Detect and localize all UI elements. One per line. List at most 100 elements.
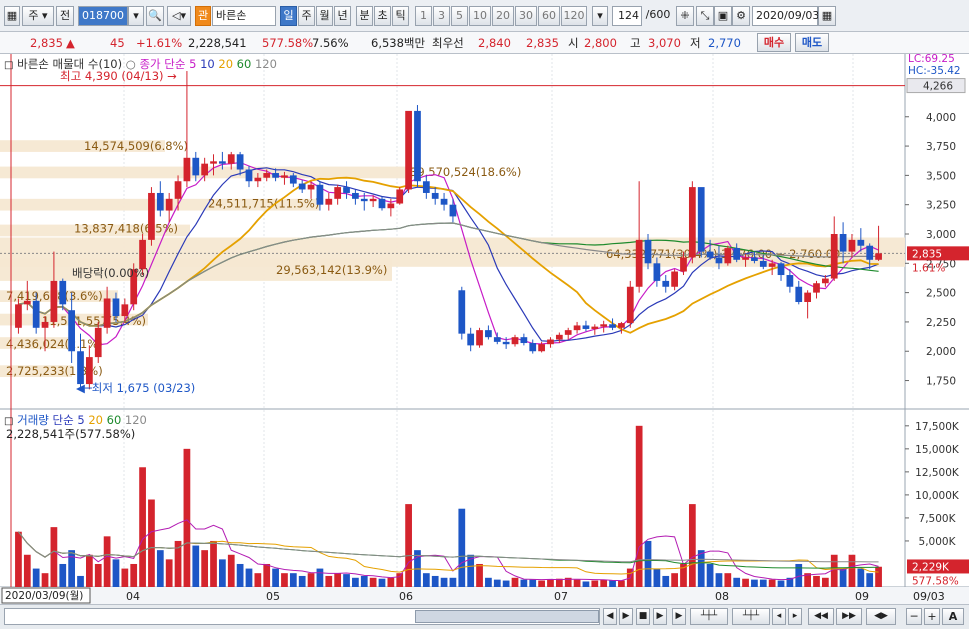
candle-body [289, 175, 297, 184]
stock-name[interactable]: 바른손 [212, 6, 276, 26]
candle-body [751, 257, 758, 261]
horizontal-scrollbar[interactable] [4, 608, 600, 625]
candle-body [369, 198, 377, 202]
gear-icon[interactable]: ⚙ [732, 6, 750, 26]
buy-button[interactable]: 매수 [757, 33, 791, 52]
volume-profile-label: 13,837,418(6.5%) [74, 222, 178, 236]
turnover-pct: 7.56% [312, 36, 349, 50]
vol-ma120-label: 120 [124, 413, 147, 427]
month-label: 05 [266, 590, 280, 603]
volume-bar [777, 580, 785, 587]
minimize-icon[interactable]: ─ [906, 608, 922, 625]
tab-month[interactable]: 월 [316, 6, 333, 26]
y-tick-label: 2,500 [926, 288, 956, 300]
stock-chart[interactable]: 4,0003,7503,5003,2503,0002,7502,5002,250… [0, 54, 969, 604]
collapse-icon[interactable]: □ [4, 60, 13, 71]
volume-bar [245, 568, 253, 587]
candle-body [405, 110, 412, 190]
save-icon[interactable]: ▣ [714, 6, 732, 26]
volume-bar [821, 577, 829, 587]
candle-body [41, 321, 49, 328]
candle-body [343, 187, 350, 193]
best-ask-label: 최우선 [432, 36, 464, 50]
expand-all-icon[interactable]: ▸ [788, 608, 802, 625]
grid-icon[interactable]: ⁜ [676, 6, 694, 26]
candle-body [352, 192, 359, 199]
zoom-slider[interactable]: ┴┼┴ [732, 608, 770, 625]
play-fast-icon[interactable]: ▶ [672, 608, 686, 625]
vol-pct-tag-text: 577.58% [912, 575, 959, 587]
left-arrows-icon[interactable]: ◀◀ [808, 608, 834, 625]
volume-bar [201, 550, 209, 587]
interval-60[interactable]: 60 [538, 6, 560, 26]
candle-body [715, 257, 723, 264]
volume-bar [316, 568, 324, 587]
candle-body [449, 204, 457, 217]
tab-tick[interactable]: 틱 [392, 6, 409, 26]
candle-body [68, 310, 76, 352]
volume-bar [458, 508, 466, 587]
candle-body [298, 183, 306, 190]
speaker-icon[interactable]: ◁▾ [167, 6, 191, 26]
tab-day[interactable]: 일 [280, 6, 297, 26]
month-label: 09 [855, 590, 869, 603]
zoom-in-icon[interactable]: + [924, 608, 940, 625]
interval-3[interactable]: 3 [433, 6, 450, 26]
tab-year[interactable]: 년 [334, 6, 351, 26]
volume-bar [520, 579, 528, 587]
code-dropdown-icon[interactable]: ▾ [128, 6, 144, 26]
date-input[interactable]: 2020/09/03 [752, 6, 819, 26]
candle-body [821, 278, 829, 284]
crosshair-icon[interactable]: ⤡ [696, 6, 714, 26]
candle-body [431, 192, 439, 199]
volume-bar [706, 563, 714, 587]
interval-1[interactable]: 1 [415, 6, 432, 26]
interval-10[interactable]: 10 [469, 6, 491, 26]
chart-menu-icon[interactable]: ▦ [4, 6, 20, 26]
volume-bar [635, 425, 643, 587]
right-arrows-icon[interactable]: ▶▶ [836, 608, 862, 625]
volume-bar [387, 577, 395, 587]
scroll-right-icon[interactable]: ▶ [653, 608, 667, 625]
period-arrows-icon[interactable]: ◀▶ [866, 608, 896, 625]
stock-code-input[interactable]: 018700 [78, 6, 128, 26]
volume-bar [600, 579, 608, 587]
chart-area[interactable]: 4,000 3,750 3,500 3,250 3,000 2,750 2,500 2,250… [0, 53, 969, 604]
interval-20[interactable]: 20 [492, 6, 514, 26]
search-icon[interactable]: 🔍 [146, 6, 164, 26]
collapse-all-icon[interactable]: ◂ [772, 608, 786, 625]
tab-week[interactable]: 주 [298, 6, 315, 26]
prev-button[interactable]: 전 [56, 6, 74, 26]
scroll-thumb[interactable] [415, 610, 599, 623]
volume-profile-label: 29,563,142(13.9%) [276, 263, 387, 277]
period-select[interactable]: 주 ▾ [22, 6, 54, 26]
interval-30[interactable]: 30 [515, 6, 537, 26]
volume-bar [289, 573, 297, 587]
interval-dropdown-icon[interactable]: ▾ [592, 6, 608, 26]
volume-bar [378, 578, 386, 587]
play-icon[interactable]: ▶ [619, 608, 633, 625]
text-size-icon[interactable]: A [942, 608, 964, 625]
y-tick-label: 2,000 [926, 346, 956, 358]
interval-120[interactable]: 120 [561, 6, 587, 26]
volume-bar [148, 499, 155, 587]
stop-icon[interactable]: ■ [636, 608, 650, 625]
low-label: 저 [690, 36, 701, 50]
speed-slider[interactable]: ┴┼┴ [690, 608, 728, 625]
volume-bar [281, 573, 288, 587]
hc-label: HC:-35.42 [908, 65, 961, 77]
volume-bar [360, 575, 368, 587]
calendar-icon[interactable]: ▦ [818, 6, 836, 26]
volume-bar [343, 574, 350, 587]
scroll-left-icon[interactable]: ◀ [603, 608, 617, 625]
volume-bar [653, 568, 661, 587]
ma10-label: 10 [200, 57, 215, 71]
count-input[interactable]: 124 [612, 6, 642, 26]
candle-body [529, 343, 537, 352]
sell-button[interactable]: 매도 [795, 33, 829, 52]
vol-y-tick-label: 5,000K [919, 536, 957, 548]
tab-second[interactable]: 초 [374, 6, 391, 26]
interval-5[interactable]: 5 [451, 6, 468, 26]
tab-minute[interactable]: 분 [356, 6, 373, 26]
volume-bar [77, 575, 84, 587]
